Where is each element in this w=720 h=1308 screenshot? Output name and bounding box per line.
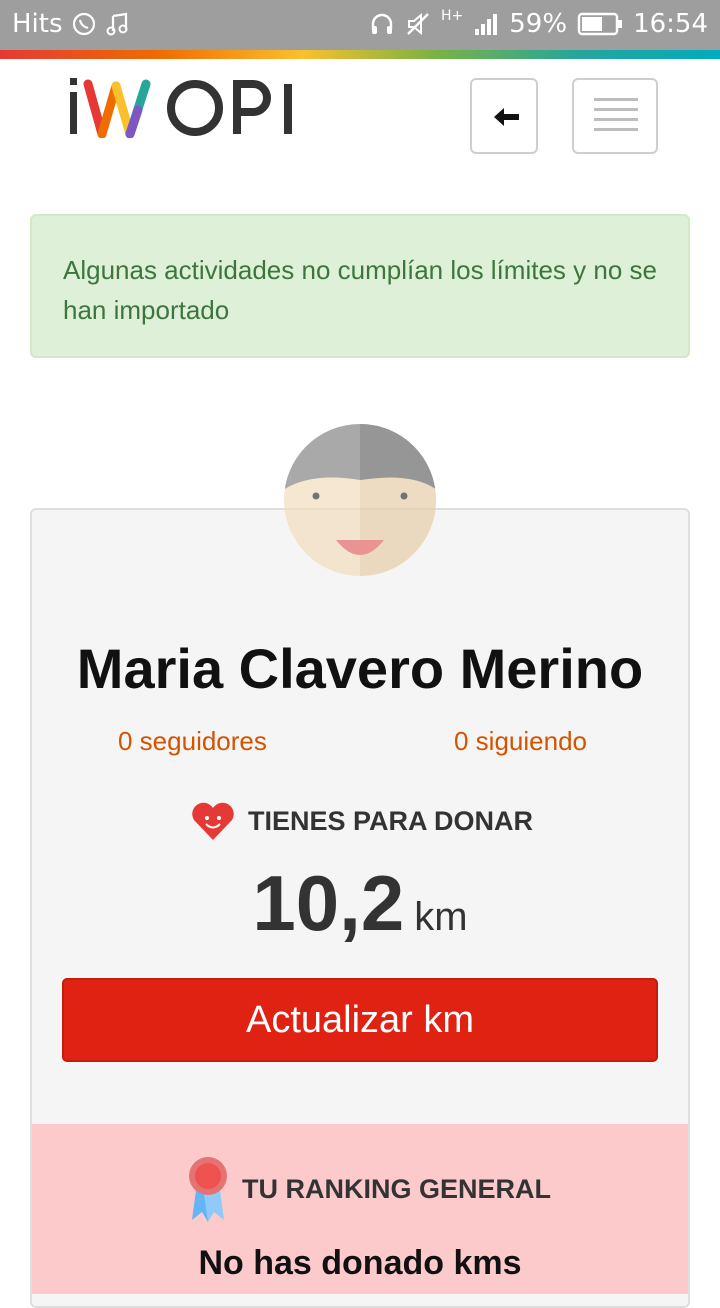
status-bar: Hits H+ 59% 16:54 (0, 0, 720, 50)
alert-message: Algunas actividades no cumplían los lími… (63, 255, 657, 325)
donate-header: TIENES PARA DONAR (190, 800, 533, 842)
followers-link[interactable]: 0 seguidores (118, 726, 267, 757)
heart-icon (192, 802, 234, 840)
km-unit: km (414, 895, 468, 939)
menu-button[interactable] (572, 78, 658, 154)
profile-name: Maria Clavero Merino (76, 637, 644, 700)
clock: 16:54 (633, 9, 708, 39)
km-balance: 10,2 km (0, 858, 720, 949)
ranking-message: No has donado kms (198, 1244, 522, 1282)
battery-icon (577, 12, 623, 36)
brand-stripe (0, 50, 720, 59)
arrow-left-icon (494, 108, 519, 126)
signal-icon (475, 14, 498, 35)
donate-label: TIENES PARA DONAR (248, 805, 534, 836)
iwopi-logo[interactable] (68, 76, 328, 138)
ranking-label: TU RANKING GENERAL (242, 1173, 551, 1204)
update-km-button[interactable]: Actualizar km (62, 978, 658, 1062)
avatar[interactable] (283, 420, 437, 578)
import-warning-alert: Algunas actividades no cumplían los lími… (30, 214, 690, 358)
back-button[interactable] (470, 78, 538, 154)
whatsapp-icon (72, 12, 95, 36)
battery-percent: 59% (509, 9, 568, 39)
network-type: H+ (441, 8, 464, 24)
medal-icon (189, 1157, 227, 1222)
following-link[interactable]: 0 siguiendo (454, 726, 587, 757)
km-value: 10,2 (252, 859, 405, 947)
music-icon (106, 12, 128, 36)
headphones-icon (371, 13, 393, 34)
ranking-header: TU RANKING GENERAL (186, 1154, 551, 1224)
carrier-label: Hits (12, 9, 63, 39)
mute-icon (407, 12, 429, 36)
